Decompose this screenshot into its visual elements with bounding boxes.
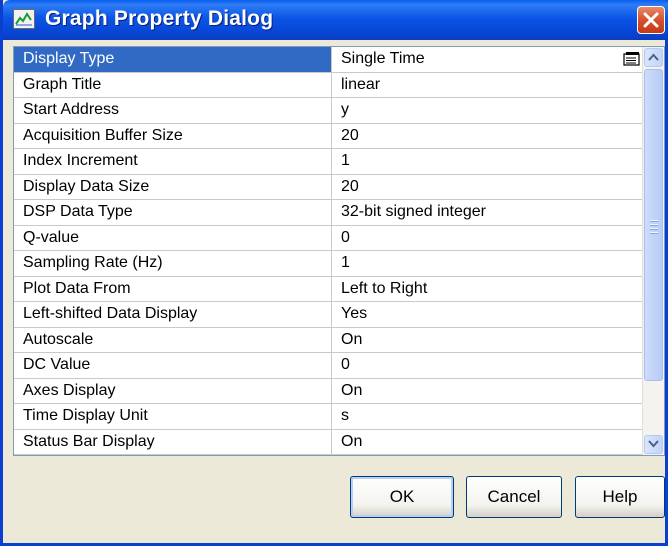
property-value[interactable]: 32-bit signed integer xyxy=(333,200,644,225)
close-button[interactable] xyxy=(637,6,665,34)
scroll-up-button[interactable] xyxy=(644,48,663,67)
property-value[interactable]: linear xyxy=(333,73,644,98)
property-value[interactable]: 20 xyxy=(333,175,644,200)
property-value[interactable]: Yes xyxy=(333,302,644,327)
property-name: Axes Display xyxy=(14,378,332,403)
property-name: Q-value xyxy=(14,225,332,250)
property-value[interactable]: 20 xyxy=(333,124,644,149)
property-value[interactable]: 0 xyxy=(333,353,644,378)
vertical-scrollbar[interactable] xyxy=(642,47,664,455)
property-name: Start Address xyxy=(14,98,332,123)
property-name: Index Increment xyxy=(14,149,332,174)
property-value[interactable]: 0 xyxy=(333,226,644,251)
ok-button[interactable]: OK xyxy=(350,476,454,518)
dialog-title: Graph Property Dialog xyxy=(45,7,274,30)
property-row[interactable]: DSP Data Type 32-bit signed integer xyxy=(14,200,644,226)
property-row[interactable]: Graph Title linear xyxy=(14,72,644,98)
property-value[interactable]: On xyxy=(333,328,644,353)
chevron-up-icon xyxy=(648,53,659,61)
property-name: Status Bar Display xyxy=(14,429,332,454)
property-name: Left-shifted Data Display xyxy=(14,302,332,327)
property-row[interactable]: Status Bar Display On xyxy=(14,429,644,455)
property-name: DSP Data Type xyxy=(14,200,332,225)
property-row[interactable]: Display Data Size 20 xyxy=(14,174,644,200)
property-row[interactable]: Q-value 0 xyxy=(14,225,644,251)
property-row[interactable]: Display Type Single Time xyxy=(14,47,644,73)
scroll-thumb[interactable] xyxy=(644,69,663,381)
help-button[interactable]: Help xyxy=(575,476,665,518)
graph-app-icon xyxy=(13,9,35,29)
property-name: Display Type xyxy=(14,47,332,72)
property-value[interactable]: Left to Right xyxy=(333,277,644,302)
property-value[interactable]: On xyxy=(333,430,644,455)
scroll-grip-icon xyxy=(650,220,658,236)
property-name: Autoscale xyxy=(14,327,332,352)
graph-property-dialog: Graph Property Dialog Display Type Single… xyxy=(0,0,668,546)
property-rows: Display Type Single Time Graph Title linear… xyxy=(14,47,644,455)
property-row[interactable]: Index Increment 1 xyxy=(14,149,644,175)
property-name: Display Data Size xyxy=(14,174,332,199)
property-row[interactable]: Axes Display On xyxy=(14,378,644,404)
property-row[interactable]: Plot Data From Left to Right xyxy=(14,276,644,302)
property-row[interactable]: Acquisition Buffer Size 20 xyxy=(14,123,644,149)
property-name: Plot Data From xyxy=(14,276,332,301)
property-name: Acquisition Buffer Size xyxy=(14,123,332,148)
property-value[interactable]: y xyxy=(333,98,644,123)
cancel-button[interactable]: Cancel xyxy=(466,476,562,518)
property-value[interactable]: On xyxy=(333,379,644,404)
property-name: Graph Title xyxy=(14,72,332,97)
property-row[interactable]: Left-shifted Data Display Yes xyxy=(14,302,644,328)
property-row[interactable]: Start Address y xyxy=(14,98,644,124)
property-name: Sampling Rate (Hz) xyxy=(14,251,332,276)
property-name: Time Display Unit xyxy=(14,404,332,429)
chevron-down-icon xyxy=(648,440,659,448)
property-value[interactable]: s xyxy=(333,404,644,429)
property-value[interactable]: 1 xyxy=(333,149,644,174)
property-value[interactable]: Single Time xyxy=(333,47,644,72)
property-row[interactable]: DC Value 0 xyxy=(14,353,644,379)
dropdown-list-icon[interactable] xyxy=(623,51,641,67)
property-row[interactable]: Sampling Rate (Hz) 1 xyxy=(14,251,644,277)
close-icon xyxy=(643,12,659,28)
scroll-down-button[interactable] xyxy=(644,435,663,454)
title-bar[interactable]: Graph Property Dialog xyxy=(3,0,668,40)
property-name: DC Value xyxy=(14,353,332,378)
property-grid: Display Type Single Time Graph Title linear… xyxy=(13,46,665,456)
property-row[interactable]: Autoscale On xyxy=(14,327,644,353)
property-value[interactable]: 1 xyxy=(333,251,644,276)
property-row[interactable]: Time Display Unit s xyxy=(14,404,644,430)
